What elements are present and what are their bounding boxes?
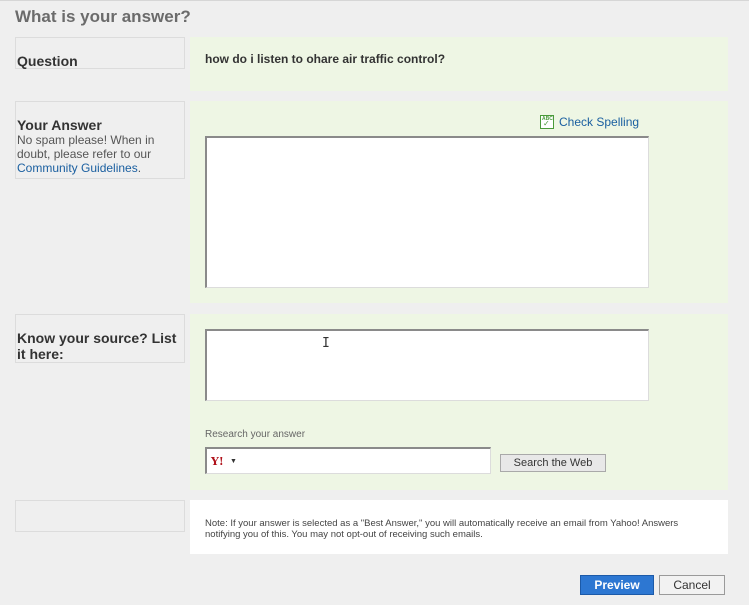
research-label: Research your answer	[205, 429, 306, 440]
community-guidelines-link[interactable]: Community Guidelines	[17, 161, 138, 175]
question-text: how do i listen to ohare air traffic con…	[205, 52, 446, 66]
answer-textarea[interactable]	[205, 136, 649, 288]
yahoo-logo-icon: Y!	[211, 455, 224, 468]
spellcheck-icon: ABC ✓	[540, 115, 554, 129]
chevron-down-icon[interactable]: ▼	[230, 458, 237, 465]
question-panel: how do i listen to ohare air traffic con…	[190, 37, 728, 91]
answer-help-text: No spam please! When in doubt, please re…	[16, 133, 184, 175]
question-label: Question	[17, 53, 78, 69]
text-cursor-icon: I	[322, 336, 330, 351]
question-label-box: Question	[15, 37, 185, 69]
search-web-button[interactable]: Search the Web	[500, 454, 606, 472]
answer-label: Your Answer	[17, 117, 102, 133]
check-spelling-button[interactable]: ABC ✓ Check Spelling	[540, 115, 639, 129]
source-label-box: Know your source? List it here:	[15, 314, 185, 363]
source-textarea[interactable]	[205, 329, 649, 401]
top-divider	[0, 0, 749, 1]
best-answer-note: Note: If your answer is selected as a "B…	[205, 518, 679, 540]
cancel-button[interactable]: Cancel	[659, 575, 725, 595]
source-panel: Research your answer Y! ▼ Search the Web	[190, 314, 728, 490]
web-search-input[interactable]: Y! ▼	[205, 447, 491, 474]
page-title: What is your answer?	[15, 7, 191, 26]
preview-button[interactable]: Preview	[580, 575, 654, 595]
check-spelling-label: Check Spelling	[559, 115, 640, 129]
answer-help-period: .	[137, 161, 142, 175]
answer-help: No spam please! When in doubt, please re…	[17, 133, 155, 161]
note-label-box	[15, 500, 185, 532]
note-panel: Note: If your answer is selected as a "B…	[190, 500, 728, 554]
source-label: Know your source? List it here:	[17, 330, 177, 362]
answer-label-box: Your Answer No spam please! When in doub…	[15, 101, 185, 179]
answer-panel: ABC ✓ Check Spelling	[190, 101, 728, 303]
